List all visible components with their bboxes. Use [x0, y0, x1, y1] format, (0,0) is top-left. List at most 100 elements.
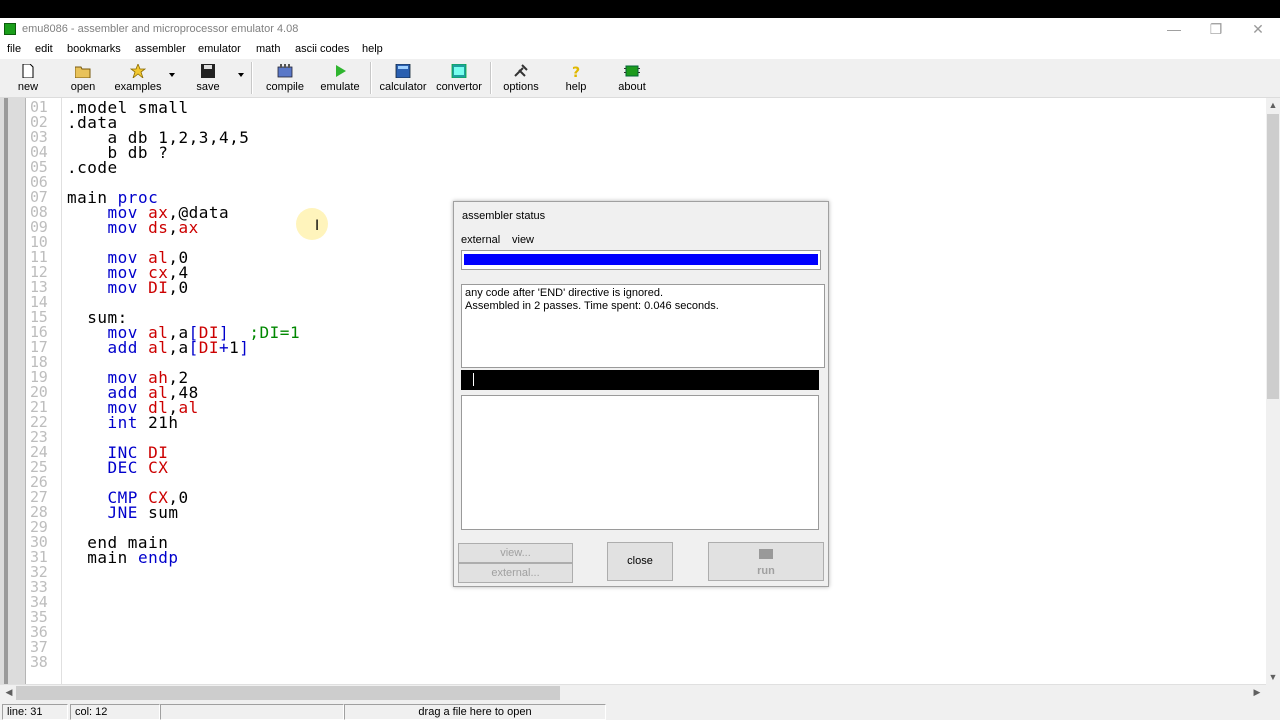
examples-label: examples — [114, 81, 162, 93]
code-token: al — [148, 338, 169, 357]
star-icon — [130, 64, 146, 78]
code-token: ,0 — [168, 278, 189, 297]
save-disk-icon — [201, 64, 215, 78]
help-label: help — [565, 81, 587, 93]
code-line[interactable]: JNE sum — [67, 503, 178, 522]
convertor-button[interactable]: convertor — [432, 60, 486, 96]
code-line[interactable]: add al,a[DI+1] — [67, 338, 250, 357]
code-token: ,a — [168, 338, 189, 357]
scroll-left-icon[interactable]: ◀ — [2, 687, 16, 698]
menu-bookmarks[interactable]: bookmarks — [67, 43, 121, 55]
help-button[interactable]: ? help — [556, 60, 596, 96]
options-label: options — [503, 81, 539, 93]
convertor-label: convertor — [436, 81, 482, 93]
menu-ascii-codes[interactable]: ascii codes — [295, 43, 349, 55]
code-token: al — [178, 398, 199, 417]
status-bar: line: 31 col: 12 drag a file here to ope… — [0, 702, 1280, 720]
editor-gutter — [0, 98, 26, 686]
open-button[interactable]: open — [63, 60, 103, 96]
command-field[interactable] — [461, 370, 819, 390]
scroll-down-icon[interactable]: ▼ — [1266, 672, 1280, 682]
code-line[interactable]: int 21h — [67, 413, 179, 432]
code-token: mov — [107, 218, 149, 237]
status-col: col: 12 — [70, 704, 160, 720]
close-button[interactable]: close — [607, 542, 673, 581]
gutter-strip — [4, 98, 8, 686]
menu-file[interactable]: file — [7, 43, 21, 55]
dialog-menu-external[interactable]: external — [461, 234, 500, 246]
code-line[interactable]: mov ds,ax — [67, 218, 199, 237]
compile-icon — [277, 64, 293, 78]
window-title: emu8086 - assembler and microprocessor e… — [22, 23, 299, 35]
code-line[interactable]: mov DI,0 — [67, 278, 189, 297]
calculator-label: calculator — [379, 81, 427, 93]
options-button[interactable]: options — [498, 60, 544, 96]
new-label: new — [17, 81, 39, 93]
minimize-button[interactable]: — — [1160, 20, 1188, 38]
about-button[interactable]: about — [610, 60, 654, 96]
code-token: DI — [148, 278, 169, 297]
new-button[interactable]: new — [8, 60, 48, 96]
line-number: 38 — [30, 653, 48, 671]
menu-edit[interactable]: edit — [35, 43, 53, 55]
menu-math[interactable]: math — [256, 43, 280, 55]
gutter-divider — [61, 98, 62, 686]
code-token: ] — [239, 338, 250, 357]
title-bar: emu8086 - assembler and microprocessor e… — [0, 18, 1280, 41]
dialog-menu-view[interactable]: view — [512, 234, 534, 246]
question-mark-icon: ? — [572, 65, 580, 78]
toolbar-separator — [490, 62, 492, 94]
horizontal-scroll-thumb[interactable] — [16, 686, 560, 700]
code-token: ;DI=1 — [249, 323, 301, 342]
code-line[interactable]: main endp — [67, 550, 178, 566]
message-line: Assembled in 2 passes. Time spent: 0.046… — [465, 300, 719, 312]
view-button[interactable]: view... — [458, 543, 573, 563]
code-token: [ — [188, 338, 199, 357]
examples-dropdown-icon[interactable] — [169, 73, 175, 77]
run-button[interactable]: run — [708, 542, 824, 581]
message-line: any code after 'END' directive is ignore… — [465, 287, 664, 299]
play-icon — [336, 65, 346, 77]
vertical-scroll-thumb[interactable] — [1267, 114, 1279, 399]
chip-icon — [624, 65, 640, 77]
compile-button[interactable]: compile — [262, 60, 308, 96]
calculator-icon — [395, 64, 411, 78]
code-line[interactable]: .code — [67, 160, 118, 176]
close-window-button[interactable]: ✕ — [1244, 20, 1272, 38]
convertor-icon — [451, 64, 467, 78]
calculator-button[interactable]: calculator — [376, 60, 430, 96]
examples-button[interactable]: examples — [112, 60, 164, 96]
code-token: mov — [107, 278, 149, 297]
folder-open-icon — [75, 66, 91, 78]
menu-help[interactable]: help — [362, 43, 383, 55]
app-window: emu8086 - assembler and microprocessor e… — [0, 18, 1280, 720]
open-label: open — [70, 81, 96, 93]
save-label: save — [196, 81, 220, 93]
code-line[interactable]: DEC CX — [67, 458, 168, 477]
code-token: JNE — [107, 503, 149, 522]
restore-button[interactable]: ❐ — [1202, 20, 1230, 38]
menu-emulator[interactable]: emulator — [198, 43, 241, 55]
scroll-up-icon[interactable]: ▲ — [1266, 100, 1280, 110]
assembler-messages: any code after 'END' directive is ignore… — [461, 284, 825, 368]
code-token: 21h — [148, 413, 179, 432]
tools-icon — [514, 64, 528, 77]
menu-assembler[interactable]: assembler — [135, 43, 186, 55]
external-button[interactable]: external... — [458, 563, 573, 583]
save-dropdown-icon[interactable] — [238, 73, 244, 77]
toolbar-separator — [370, 62, 372, 94]
code-token: int — [107, 413, 149, 432]
mouse-highlight — [296, 208, 328, 240]
save-button[interactable]: save — [188, 60, 228, 96]
scroll-right-icon[interactable]: ▶ — [1250, 687, 1264, 698]
svg-text:?: ? — [572, 65, 580, 78]
emulate-button[interactable]: emulate — [317, 60, 363, 96]
status-line: line: 31 — [2, 704, 68, 720]
code-token: DI — [198, 338, 219, 357]
toolbar: new open examples save compile emulate c… — [0, 59, 1280, 98]
